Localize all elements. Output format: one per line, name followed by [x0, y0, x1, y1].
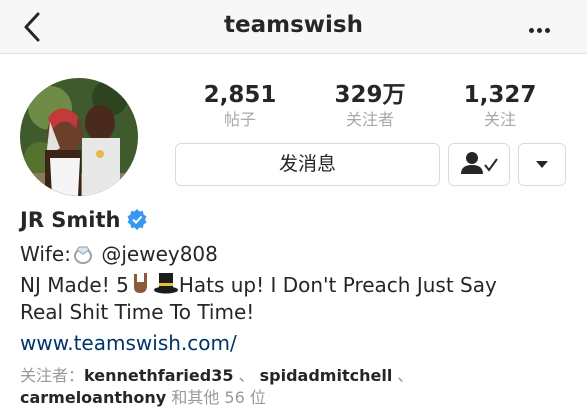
profile-avatar[interactable]: [20, 78, 138, 196]
followed-by-line-1: 关注者：kennethfaried35 、 spidadmitchell 、: [20, 365, 413, 387]
website-link[interactable]: www.teamswish.com/: [20, 330, 237, 356]
followed-by-suffix[interactable]: 和其他 56 位: [171, 388, 266, 407]
top-nav-bar: teamswish: [0, 0, 587, 54]
profile-name-text: JR Smith: [20, 208, 121, 232]
verified-badge-icon: [127, 209, 146, 230]
following-label: 关注: [483, 110, 516, 129]
profile-name: JR Smith: [20, 207, 148, 233]
bio-line-2-start: NJ Made! 5: [20, 273, 129, 297]
following-count: 1,327: [463, 82, 537, 108]
triangle-down-icon: [536, 161, 548, 168]
person-check-icon: [461, 152, 498, 174]
ring-icon: [73, 246, 92, 264]
avatar-photo: [20, 78, 138, 196]
follower-username[interactable]: kennethfaried35: [84, 366, 233, 385]
more-horizontal-icon: [545, 28, 550, 33]
top-hat-icon: [153, 273, 178, 294]
following-stat[interactable]: 1,327 关注: [445, 80, 555, 130]
followed-by-line-2: carmeloanthony 和其他 56 位: [20, 387, 266, 409]
followed-by-prefix: 关注者：: [20, 366, 85, 385]
bio-wife-handle[interactable]: @jewey808: [101, 242, 218, 266]
bio-wife-label: Wife:: [20, 242, 71, 266]
posts-stat[interactable]: 2,851 帖子: [185, 80, 295, 130]
more-options-button[interactable]: [529, 18, 557, 34]
message-button-label: 发消息: [278, 153, 336, 175]
followers-stat[interactable]: 329万 关注者: [315, 80, 425, 130]
more-horizontal-icon: [537, 28, 542, 33]
posts-label: 帖子: [223, 110, 256, 129]
dropdown-button[interactable]: [518, 143, 566, 186]
follower-separator: 、: [233, 366, 255, 385]
page-title: teamswish: [224, 12, 363, 38]
rock-hand-icon: [133, 273, 147, 293]
bio-line-1: Wife: @jewey808: [20, 241, 218, 267]
bio-line-2: NJ Made! 5 Hats up! I Don't Preach Just …: [20, 270, 497, 298]
message-button[interactable]: 发消息: [175, 143, 440, 186]
followers-label: 关注者: [345, 110, 394, 129]
followers-count: 329万: [334, 82, 406, 108]
posts-count: 2,851: [203, 82, 277, 108]
following-button[interactable]: [448, 143, 510, 186]
bio-line-3: Real Shit Time To Time!: [20, 300, 255, 324]
more-horizontal-icon: [529, 28, 534, 33]
follower-separator: 、: [392, 366, 414, 385]
follower-username[interactable]: spidadmitchell: [260, 366, 393, 385]
follower-username[interactable]: carmeloanthony: [20, 388, 166, 407]
bio-line-2-end: Hats up! I Don't Preach Just Say: [178, 273, 497, 297]
